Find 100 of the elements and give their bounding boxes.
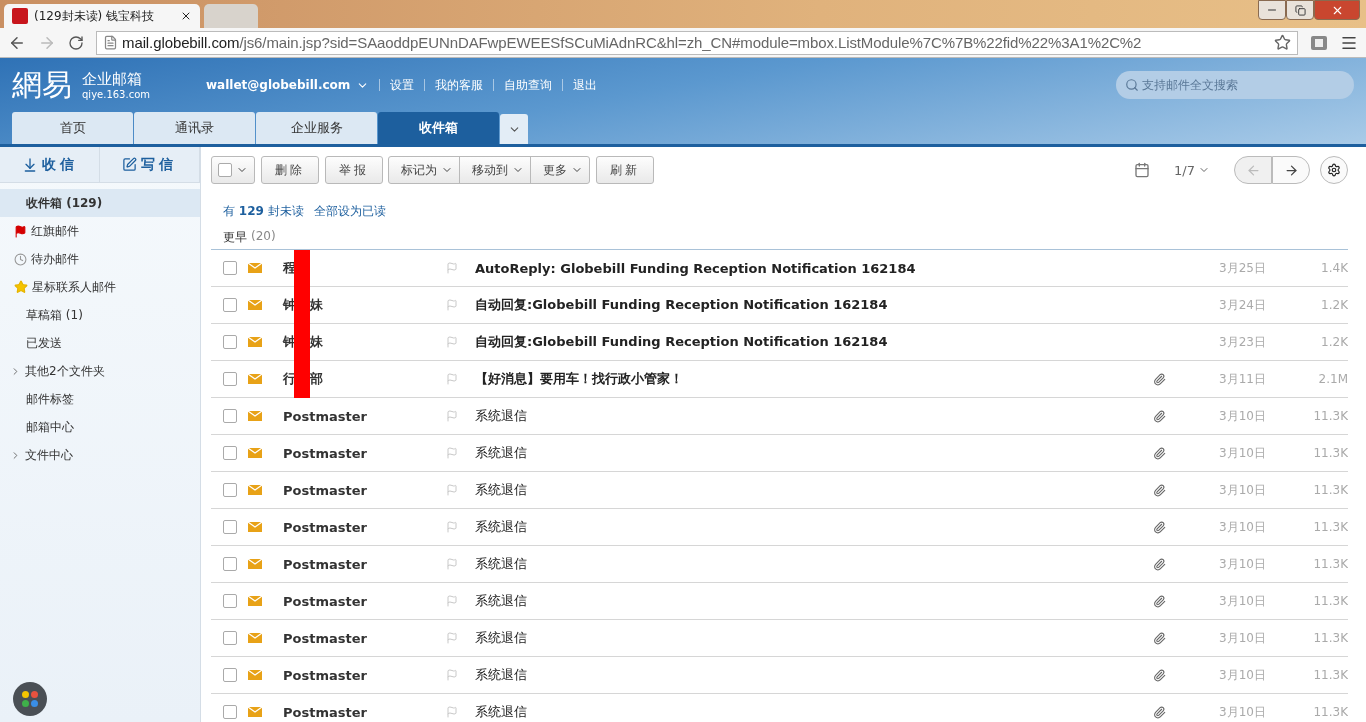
row-checkbox[interactable]	[223, 668, 237, 682]
select-dropdown[interactable]	[211, 156, 255, 184]
flag-icon	[446, 336, 458, 348]
mark-all-read-link[interactable]: 全部设为已读	[313, 203, 386, 220]
message-row[interactable]: Postmaster 系统退信 3月10日 11.3K	[211, 398, 1348, 435]
sender-name: Postmaster	[283, 408, 367, 424]
toolbar-menu[interactable]: 标记为	[388, 156, 460, 184]
folder-item[interactable]: 文件中心	[0, 441, 200, 469]
date-text: 3月10日	[1219, 407, 1266, 425]
row-checkbox[interactable]	[223, 446, 237, 460]
minimize-button[interactable]	[1258, 0, 1286, 20]
envelope-icon	[248, 633, 262, 643]
refresh-button[interactable]: 刷新	[596, 156, 654, 184]
address-field[interactable]: mail.globebill.com/js6/main.jsp?sid=SAaoddpEUNnDAFwpEWEESfSCuMiAdnRC&hl=zh_CN#module=mbox.ListModule%7C%7B%22fid%22%3A1%2C%2	[96, 30, 1298, 55]
row-checkbox[interactable]	[223, 520, 237, 534]
folder-item[interactable]: 红旗邮件	[0, 217, 200, 245]
folder-item[interactable]: 草稿箱 (1)	[0, 301, 200, 329]
account-menu[interactable]: wallet@globebill.com	[206, 78, 370, 92]
more-tabs-button[interactable]	[500, 114, 528, 144]
nav-tab[interactable]: 首页	[12, 112, 133, 144]
settings-button[interactable]	[1320, 156, 1348, 184]
toolbar-menu[interactable]: 移动到	[459, 156, 531, 184]
folder-item[interactable]: 星标联系人邮件	[0, 273, 200, 301]
browser-tab[interactable]: (129封未读) 钱宝科技	[4, 4, 200, 28]
toolbar-button[interactable]: 删除	[261, 156, 319, 184]
unread-count-text: 有 129 封未读	[223, 203, 304, 220]
close-icon	[180, 10, 192, 22]
flag-icon	[14, 224, 27, 238]
sender-name: Postmaster	[283, 630, 367, 646]
subject-text: 系统退信	[475, 518, 527, 536]
folder-item[interactable]: 邮件标签	[0, 385, 200, 413]
message-row[interactable]: Postmaster 系统退信 3月10日 11.3K	[211, 620, 1348, 657]
nav-tab[interactable]: 收件箱	[378, 112, 499, 144]
row-checkbox[interactable]	[223, 557, 237, 571]
row-checkbox[interactable]	[223, 372, 237, 386]
row-checkbox[interactable]	[223, 594, 237, 608]
receive-button[interactable]: 收信	[0, 147, 100, 182]
row-checkbox[interactable]	[223, 298, 237, 312]
row-checkbox[interactable]	[223, 335, 237, 349]
url-path: /js6/main.jsp?sid=SAaoddpEUNnDAFwpEWEESfSCuMiAdnRC&hl=zh_CN#module=mbox.ListModule%7C%7B%22fid%22%3A1%2C%2	[239, 34, 1142, 51]
header-link[interactable]: 我的客服	[435, 76, 484, 94]
message-row[interactable]: Postmaster 系统退信 3月10日 11.3K	[211, 472, 1348, 509]
star-icon	[14, 280, 28, 294]
row-checkbox[interactable]	[223, 705, 237, 719]
message-row[interactable]: Postmaster 系统退信 3月10日 11.3K	[211, 509, 1348, 546]
header-link[interactable]: 设置	[390, 76, 415, 94]
next-page-button[interactable]	[1272, 156, 1310, 184]
toolbar-menu[interactable]: 更多	[530, 156, 590, 184]
sender-name: Postmaster	[283, 482, 367, 498]
flag-icon	[446, 410, 458, 422]
flag-icon	[446, 484, 458, 496]
folder-item[interactable]: 其他2个文件夹	[0, 357, 200, 385]
logo: 網易	[12, 65, 72, 104]
compose-button[interactable]: 写信	[100, 147, 200, 182]
message-row[interactable]: Postmaster 系统退信 3月10日 11.3K	[211, 435, 1348, 472]
message-row[interactable]: Postmaster 系统退信 3月10日 11.3K	[211, 657, 1348, 694]
nav-tab[interactable]: 通讯录	[134, 112, 255, 144]
subject-text: AutoReply: Globebill Funding Reception Notification 162184	[475, 260, 916, 276]
flag-icon	[446, 706, 458, 718]
message-row[interactable]: Postmaster 系统退信 3月10日 11.3K	[211, 694, 1348, 722]
calendar-icon[interactable]	[1134, 162, 1151, 178]
search-icon	[1125, 78, 1139, 92]
size-text: 11.3K	[1313, 483, 1348, 497]
envelope-icon	[248, 337, 262, 347]
extension-icon[interactable]	[1310, 33, 1328, 52]
mail-favicon-icon	[12, 8, 28, 24]
folder-item[interactable]: 已发送	[0, 329, 200, 357]
size-text: 11.3K	[1313, 668, 1348, 682]
reload-icon[interactable]	[68, 34, 84, 51]
row-checkbox[interactable]	[223, 261, 237, 275]
folder-item[interactable]: 待办邮件	[0, 245, 200, 273]
folder-item[interactable]: 邮箱中心	[0, 413, 200, 441]
date-text: 3月24日	[1219, 296, 1266, 314]
checkbox-icon	[218, 163, 232, 177]
size-text: 11.3K	[1313, 557, 1348, 571]
folder-item[interactable]: 收件箱 (129)	[0, 189, 200, 217]
row-checkbox[interactable]	[223, 631, 237, 645]
row-checkbox[interactable]	[223, 483, 237, 497]
page-selector[interactable]: 1/7	[1168, 161, 1216, 179]
size-text: 1.4K	[1321, 261, 1348, 275]
group-label: 更早	[223, 229, 247, 246]
message-row[interactable]: Postmaster 系统退信 3月10日 11.3K	[211, 583, 1348, 620]
url-host: mail.globebill.com	[122, 34, 240, 51]
nav-tab[interactable]: 企业服务	[256, 112, 377, 144]
search-field[interactable]: 支持邮件全文搜索	[1116, 71, 1354, 99]
row-checkbox[interactable]	[223, 409, 237, 423]
date-text: 3月25日	[1219, 259, 1266, 277]
size-text: 11.3K	[1313, 631, 1348, 645]
envelope-icon	[248, 300, 262, 310]
close-button[interactable]	[1314, 0, 1360, 20]
size-text: 2.1M	[1318, 372, 1348, 386]
subject-text: 【好消息】要用车！找行政小管家！	[475, 370, 683, 388]
flag-icon	[446, 595, 458, 607]
restore-button[interactable]	[1286, 0, 1314, 20]
message-row[interactable]: Postmaster 系统退信 3月10日 11.3K	[211, 546, 1348, 583]
flag-icon	[446, 521, 458, 533]
subject-text: 系统退信	[475, 592, 527, 610]
toolbar-button[interactable]: 举报	[325, 156, 383, 184]
date-text: 3月10日	[1219, 703, 1266, 721]
date-text: 3月10日	[1219, 518, 1266, 536]
